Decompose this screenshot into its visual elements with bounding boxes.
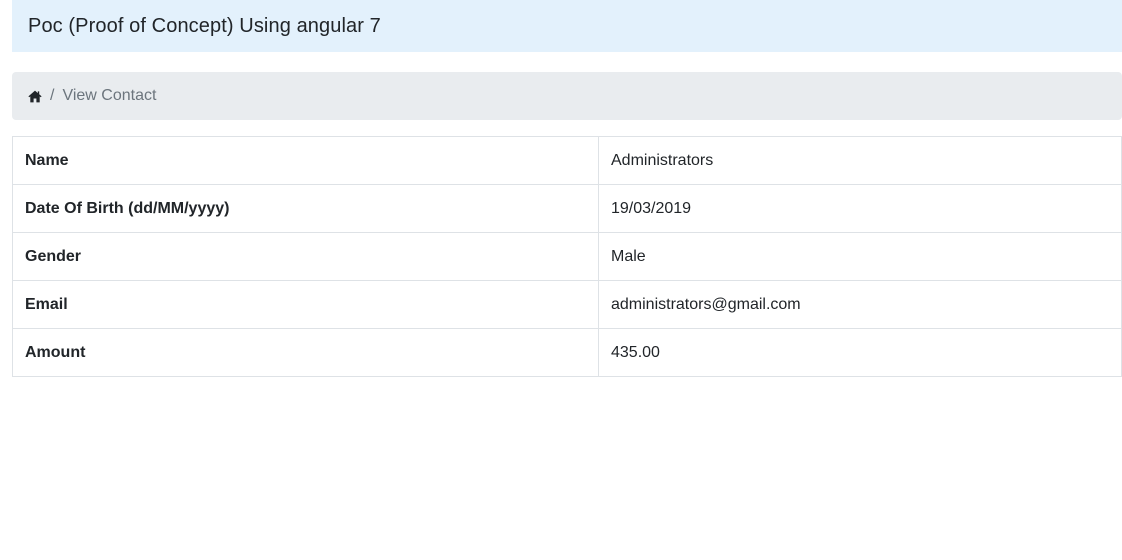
row-label-gender: Gender bbox=[12, 232, 599, 281]
breadcrumb-separator: / bbox=[50, 87, 55, 104]
row-value-date-of-birth: 19/03/2019 bbox=[598, 184, 1122, 233]
row-label-date-of-birth: Date Of Birth (dd/MM/yyyy) bbox=[12, 184, 599, 233]
row-value-amount: 435.00 bbox=[598, 328, 1122, 377]
row-value-email: administrators@gmail.com bbox=[598, 280, 1122, 329]
row-value-gender: Male bbox=[598, 232, 1122, 281]
row-label-name: Name bbox=[12, 136, 599, 185]
breadcrumb: / View Contact bbox=[12, 72, 1122, 120]
app-title: Poc (Proof of Concept) Using angular 7 bbox=[28, 14, 381, 37]
table-row: Gender Male bbox=[12, 232, 1122, 281]
row-value-name: Administrators bbox=[598, 136, 1122, 185]
page: Poc (Proof of Concept) Using angular 7 /… bbox=[0, 0, 1122, 560]
row-label-email: Email bbox=[12, 280, 599, 329]
table-row: Email administrators@gmail.com bbox=[12, 280, 1122, 329]
contact-details-table: Name Administrators Date Of Birth (dd/MM… bbox=[12, 136, 1122, 377]
row-label-amount: Amount bbox=[12, 328, 599, 377]
home-icon bbox=[28, 90, 42, 102]
home-link[interactable] bbox=[28, 89, 42, 103]
breadcrumb-current: View Contact bbox=[62, 87, 157, 104]
table-row: Amount 435.00 bbox=[12, 328, 1122, 377]
table-row: Name Administrators bbox=[12, 136, 1122, 185]
table-row: Date Of Birth (dd/MM/yyyy) 19/03/2019 bbox=[12, 184, 1122, 233]
app-header: Poc (Proof of Concept) Using angular 7 bbox=[12, 0, 1122, 52]
